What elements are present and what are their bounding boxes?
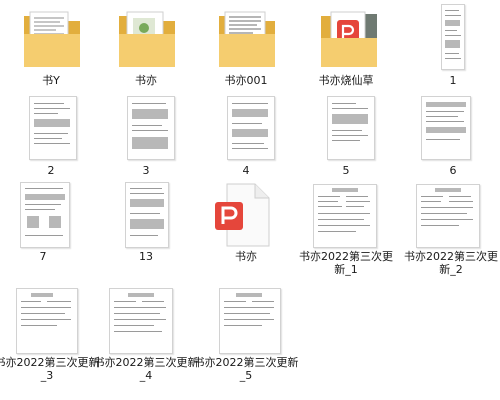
document-thumbnail-icon	[97, 286, 195, 354]
document-thumbnail-icon	[97, 94, 195, 162]
file-name: 书亦2022第三次更新_4	[93, 356, 199, 382]
file-name: 书亦	[235, 250, 257, 263]
file-name: 2	[47, 164, 55, 177]
document-thumbnail-icon	[404, 94, 500, 162]
document-thumbnail-icon	[197, 286, 295, 354]
file-item[interactable]: 书亦001	[197, 4, 295, 100]
file-name: 书亦2022第三次更新_5	[193, 356, 299, 382]
document-thumbnail-icon	[0, 286, 96, 354]
file-name: 书Y	[42, 74, 60, 87]
document-thumbnail-icon	[0, 180, 92, 248]
folder-with-pdf-icon	[297, 4, 395, 72]
pdf-file-icon	[197, 180, 295, 248]
file-name: 书亦001	[224, 74, 268, 87]
file-name: 5	[342, 164, 350, 177]
document-thumbnail-icon	[297, 180, 395, 248]
file-item[interactable]: 书亦2022第三次更新_1	[297, 180, 395, 276]
folder-with-docs-icon	[97, 4, 195, 72]
file-name: 书亦烧仙草	[318, 74, 374, 87]
document-thumbnail-icon	[402, 180, 500, 248]
document-thumbnail-icon	[404, 4, 500, 72]
file-name: 13	[139, 250, 153, 263]
file-item[interactable]: 书亦烧仙草	[297, 4, 395, 100]
document-thumbnail-icon	[197, 94, 295, 162]
file-name: 1	[449, 74, 457, 87]
file-name: 7	[39, 250, 47, 263]
file-item[interactable]: 1	[404, 4, 500, 100]
file-item[interactable]: 13	[97, 180, 195, 276]
file-name: 书亦2022第三次更新_1	[299, 250, 393, 276]
file-item[interactable]: 书亦	[197, 180, 295, 276]
file-name: 书亦2022第三次更新_3	[0, 356, 100, 382]
file-item[interactable]: 2	[2, 94, 100, 190]
file-item[interactable]: 6	[404, 94, 500, 190]
file-item[interactable]: 书亦2022第三次更新_3	[0, 286, 100, 382]
file-name: 4	[242, 164, 250, 177]
file-name: 6	[449, 164, 457, 177]
file-name: 3	[142, 164, 150, 177]
file-item[interactable]: 4	[197, 94, 295, 190]
file-item[interactable]: 3	[97, 94, 195, 190]
file-name: 书亦2022第三次更新_2	[404, 250, 498, 276]
file-item[interactable]: 5	[297, 94, 395, 190]
file-item[interactable]: 书亦2022第三次更新_5	[194, 286, 299, 382]
folder-with-docs-icon	[197, 4, 295, 72]
file-item[interactable]: 书亦2022第三次更新_2	[402, 180, 500, 276]
document-thumbnail-icon	[2, 94, 100, 162]
file-item[interactable]: 7	[0, 180, 92, 276]
file-item[interactable]: 书亦	[97, 4, 195, 100]
document-thumbnail-icon	[97, 180, 195, 248]
file-item[interactable]: 书Y	[2, 4, 100, 100]
file-item[interactable]: 书亦2022第三次更新_4	[94, 286, 199, 382]
folder-with-docs-icon	[2, 4, 100, 72]
file-name: 书亦	[135, 74, 157, 87]
document-thumbnail-icon	[297, 94, 395, 162]
